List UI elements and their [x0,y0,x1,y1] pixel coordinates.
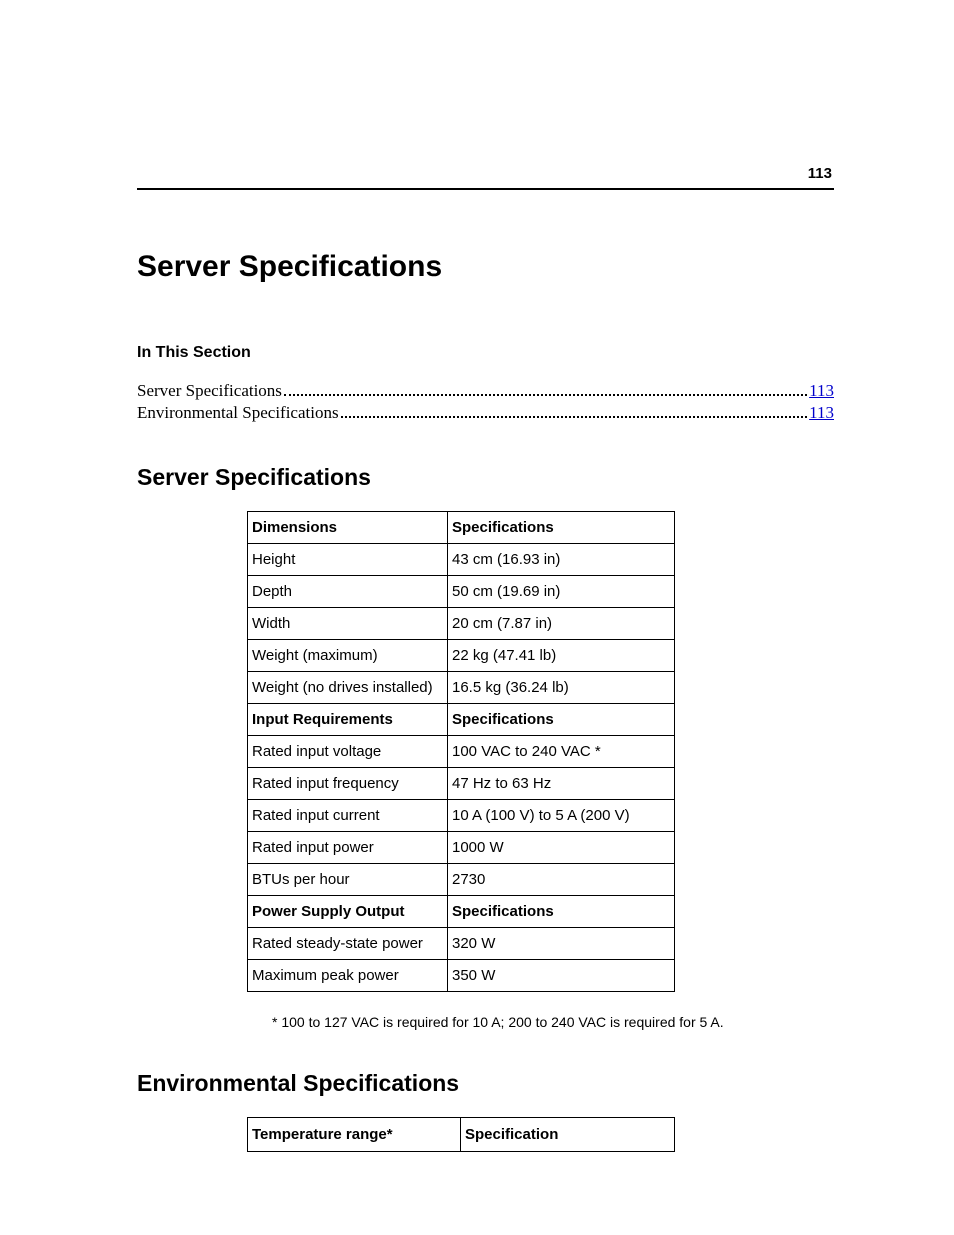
section-heading-server-specs: Server Specifications [137,464,834,491]
table-header-cell: Power Supply Output [248,896,448,928]
table-header-cell: Specifications [448,896,675,928]
toc-label: Server Specifications [137,380,282,402]
table-header-cell: Temperature range* [248,1118,461,1152]
table-cell: Rated input current [248,800,448,832]
table-cell: 1000 W [448,832,675,864]
table-cell: 16.5 kg (36.24 lb) [448,672,675,704]
env-spec-table: Temperature range* Specification [247,1117,675,1152]
table-cell: 20 cm (7.87 in) [448,608,675,640]
table-row: Rated input power1000 W [248,832,675,864]
table-cell: Depth [248,576,448,608]
table-header-cell: Specifications [448,704,675,736]
table-header-cell: Specifications [448,512,675,544]
table-header-cell: Dimensions [248,512,448,544]
table-cell: Rated input power [248,832,448,864]
toc: Server Specifications 113 Environmental … [137,380,834,424]
table-row: DimensionsSpecifications [248,512,675,544]
page-content: 113 Server Specifications In This Sectio… [0,0,954,1152]
table-header-cell: Specification [461,1118,675,1152]
toc-row: Server Specifications 113 [137,380,834,402]
toc-leader [341,405,808,419]
table-row: Weight (no drives installed)16.5 kg (36.… [248,672,675,704]
server-spec-table: DimensionsSpecificationsHeight43 cm (16.… [247,511,675,992]
table-cell: Rated input voltage [248,736,448,768]
table-row: BTUs per hour2730 [248,864,675,896]
table-cell: Rated steady-state power [248,928,448,960]
table-cell: 10 A (100 V) to 5 A (200 V) [448,800,675,832]
table-row: Maximum peak power350 W [248,960,675,992]
table-cell: Maximum peak power [248,960,448,992]
toc-row: Environmental Specifications 113 [137,402,834,424]
table-row: Rated input frequency47 Hz to 63 Hz [248,768,675,800]
table-cell: 50 cm (19.69 in) [448,576,675,608]
table-row: Rated input current10 A (100 V) to 5 A (… [248,800,675,832]
table-row: Rated input voltage100 VAC to 240 VAC * [248,736,675,768]
table-header-cell: Input Requirements [248,704,448,736]
table-cell: 22 kg (47.41 lb) [448,640,675,672]
table-row: Weight (maximum)22 kg (47.41 lb) [248,640,675,672]
table-cell: 43 cm (16.93 in) [448,544,675,576]
table-cell: Height [248,544,448,576]
page-number: 113 [137,165,834,182]
table-cell: Weight (maximum) [248,640,448,672]
in-this-section-heading: In This Section [137,344,834,362]
table-header-row: Temperature range* Specification [248,1118,675,1152]
table-cell: 100 VAC to 240 VAC * [448,736,675,768]
toc-leader [284,382,807,396]
page-title: Server Specifications [137,250,834,284]
table-cell: Weight (no drives installed) [248,672,448,704]
table-row: Height43 cm (16.93 in) [248,544,675,576]
toc-label: Environmental Specifications [137,402,339,424]
table-cell: 320 W [448,928,675,960]
toc-page-link[interactable]: 113 [809,380,834,402]
header-rule [137,188,834,190]
section-heading-env-specs: Environmental Specifications [137,1070,834,1097]
table-row: Input RequirementsSpecifications [248,704,675,736]
table-cell: 350 W [448,960,675,992]
table-cell: 2730 [448,864,675,896]
table-row: Power Supply OutputSpecifications [248,896,675,928]
table-cell: BTUs per hour [248,864,448,896]
spec-footnote: * 100 to 127 VAC is required for 10 A; 2… [272,1014,834,1030]
table-row: Rated steady-state power320 W [248,928,675,960]
table-cell: Width [248,608,448,640]
toc-page-link[interactable]: 113 [809,402,834,424]
table-cell: 47 Hz to 63 Hz [448,768,675,800]
table-row: Depth50 cm (19.69 in) [248,576,675,608]
table-row: Width20 cm (7.87 in) [248,608,675,640]
table-cell: Rated input frequency [248,768,448,800]
